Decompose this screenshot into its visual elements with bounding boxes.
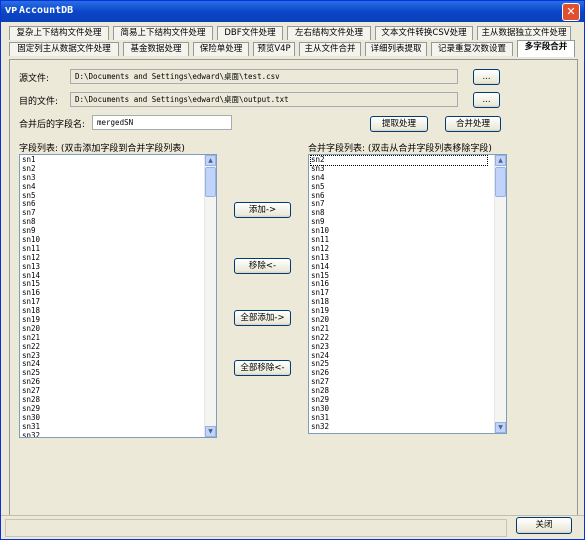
- status-panel: [5, 519, 507, 537]
- list-item[interactable]: sn2: [310, 155, 488, 166]
- scroll-down-icon[interactable]: ▼: [495, 422, 506, 433]
- list-item[interactable]: sn17: [311, 288, 487, 298]
- tab-fixed-col-master-detail[interactable]: 固定列主从数据文件处理: [9, 42, 119, 56]
- field-listbox[interactable]: sn1 sn2 sn3 sn4 sn5 sn6 sn7 sn8 sn9 sn10 sn11 sn12 s…: [19, 154, 217, 438]
- tab-detail-list-extract[interactable]: 详细列表提取: [365, 42, 427, 56]
- list-item[interactable]: sn24: [311, 351, 487, 361]
- remove-all-button[interactable]: 全部移除<-: [234, 360, 291, 376]
- tab-text-to-csv[interactable]: 文本文件转换CSV处理: [375, 26, 473, 40]
- merge-button[interactable]: 合并处理: [445, 116, 501, 132]
- list-item[interactable]: sn31: [311, 413, 487, 423]
- list-item[interactable]: sn6: [311, 191, 487, 201]
- list-item[interactable]: sn5: [311, 182, 487, 192]
- source-browse-button[interactable]: ...: [473, 69, 500, 85]
- tab-record-repeat-setting[interactable]: 记录重复次数设置: [431, 42, 513, 56]
- tab-complex-updown[interactable]: 复杂上下结构文件处理: [9, 26, 109, 40]
- list-item[interactable]: sn25: [311, 360, 487, 369]
- extract-button[interactable]: 提取处理: [370, 116, 428, 132]
- scroll-up-icon[interactable]: ▲: [495, 155, 506, 166]
- tab-multi-field-merge[interactable]: 多字段合并: [517, 40, 575, 57]
- close-button[interactable]: 关闭: [516, 517, 572, 534]
- window-title: AccountDB: [19, 5, 74, 16]
- list-item[interactable]: sn13: [311, 253, 487, 263]
- merge-listbox[interactable]: sn2 sn3 sn4 sn5 sn6 sn7 sn8 sn9 sn10 sn11 sn12 sn13…: [308, 154, 507, 434]
- list-item[interactable]: sn21: [311, 324, 487, 334]
- list-item[interactable]: sn3: [311, 164, 487, 174]
- scroll-down-icon[interactable]: ▼: [205, 426, 216, 437]
- field-list-items: sn1 sn2 sn3 sn4 sn5 sn6 sn7 sn8 sn9 sn10 sn11 sn12 s…: [22, 155, 40, 437]
- list-item[interactable]: sn12: [311, 244, 487, 254]
- list-item[interactable]: sn15: [311, 271, 487, 281]
- app-icon: VP: [5, 6, 18, 15]
- client-area: 复杂上下结构文件处理 简易上下结构文件处理 DBF文件处理 左右结构文件处理 文…: [1, 22, 584, 539]
- merge-list-scrollbar[interactable]: ▲ ▼: [494, 155, 506, 433]
- tab-page: 源文件: D:\Documents and Settings\edward\桌面…: [9, 59, 578, 516]
- dest-file-label: 目的文件:: [19, 97, 59, 107]
- scroll-thumb[interactable]: [495, 167, 506, 197]
- dest-browse-button[interactable]: ...: [473, 92, 500, 108]
- list-item[interactable]: sn28: [311, 386, 487, 396]
- app-window: VP AccountDB ✕ 复杂上下结构文件处理 简易上下结构文件处理 DBF…: [0, 0, 585, 540]
- tab-leftright[interactable]: 左右结构文件处理: [287, 26, 371, 40]
- list-item[interactable]: sn32: [311, 422, 487, 432]
- tab-master-detail-merge[interactable]: 主从文件合并: [299, 42, 361, 56]
- source-file-field[interactable]: D:\Documents and Settings\edward\桌面\test…: [70, 69, 458, 84]
- list-item[interactable]: sn10: [311, 226, 487, 236]
- source-file-label: 源文件:: [19, 74, 50, 84]
- list-item[interactable]: sn8: [311, 208, 487, 218]
- tab-simple-updown[interactable]: 简易上下结构文件处理: [113, 26, 213, 40]
- list-item[interactable]: sn18: [311, 297, 487, 307]
- list-item[interactable]: sn32: [22, 431, 40, 437]
- remove-button[interactable]: 移除<-: [234, 258, 291, 274]
- list-item[interactable]: sn30: [311, 404, 487, 414]
- tab-fund[interactable]: 基金数据处理: [123, 42, 189, 56]
- list-item[interactable]: sn23: [311, 342, 487, 352]
- field-list-header: 字段列表: (双击添加字段到合并字段列表): [19, 144, 185, 154]
- title-bar[interactable]: VP AccountDB ✕: [1, 1, 584, 22]
- list-item[interactable]: sn27: [311, 377, 487, 387]
- merge-list-items: sn2 sn3 sn4 sn5 sn6 sn7 sn8 sn9 sn10 sn11 sn12 sn13…: [310, 155, 488, 432]
- scroll-up-icon[interactable]: ▲: [205, 155, 216, 166]
- list-item[interactable]: sn9: [311, 217, 487, 227]
- dest-file-field[interactable]: D:\Documents and Settings\edward\桌面\outp…: [70, 92, 458, 107]
- list-item[interactable]: sn16: [311, 280, 487, 289]
- merge-list-header: 合并字段列表: (双击从合并字段列表移除字段): [308, 144, 492, 154]
- merged-name-input[interactable]: mergedSN: [92, 115, 232, 130]
- list-item[interactable]: sn26: [311, 368, 487, 378]
- list-item[interactable]: sn22: [311, 333, 487, 343]
- list-item[interactable]: sn7: [311, 200, 487, 209]
- tab-insurance[interactable]: 保险单处理: [193, 42, 249, 56]
- add-all-button[interactable]: 全部添加->: [234, 310, 291, 326]
- list-item[interactable]: sn4: [311, 173, 487, 183]
- list-item[interactable]: sn19: [311, 306, 487, 316]
- list-item[interactable]: sn29: [311, 395, 487, 405]
- close-icon[interactable]: ✕: [562, 3, 580, 21]
- tab-master-detail-separate[interactable]: 主从数据独立文件处理: [477, 26, 571, 40]
- list-item[interactable]: sn20: [311, 315, 487, 325]
- status-bar: 关闭: [1, 515, 584, 539]
- list-item[interactable]: sn14: [311, 262, 487, 272]
- scroll-thumb[interactable]: [205, 167, 216, 197]
- merged-name-label: 合并后的字段名:: [19, 120, 86, 130]
- list-item[interactable]: sn11: [311, 235, 487, 245]
- tab-dbf[interactable]: DBF文件处理: [217, 26, 283, 40]
- tab-preview-v4p[interactable]: 预览V4P: [253, 42, 295, 56]
- add-button[interactable]: 添加->: [234, 202, 291, 218]
- field-list-scrollbar[interactable]: ▲ ▼: [204, 155, 216, 437]
